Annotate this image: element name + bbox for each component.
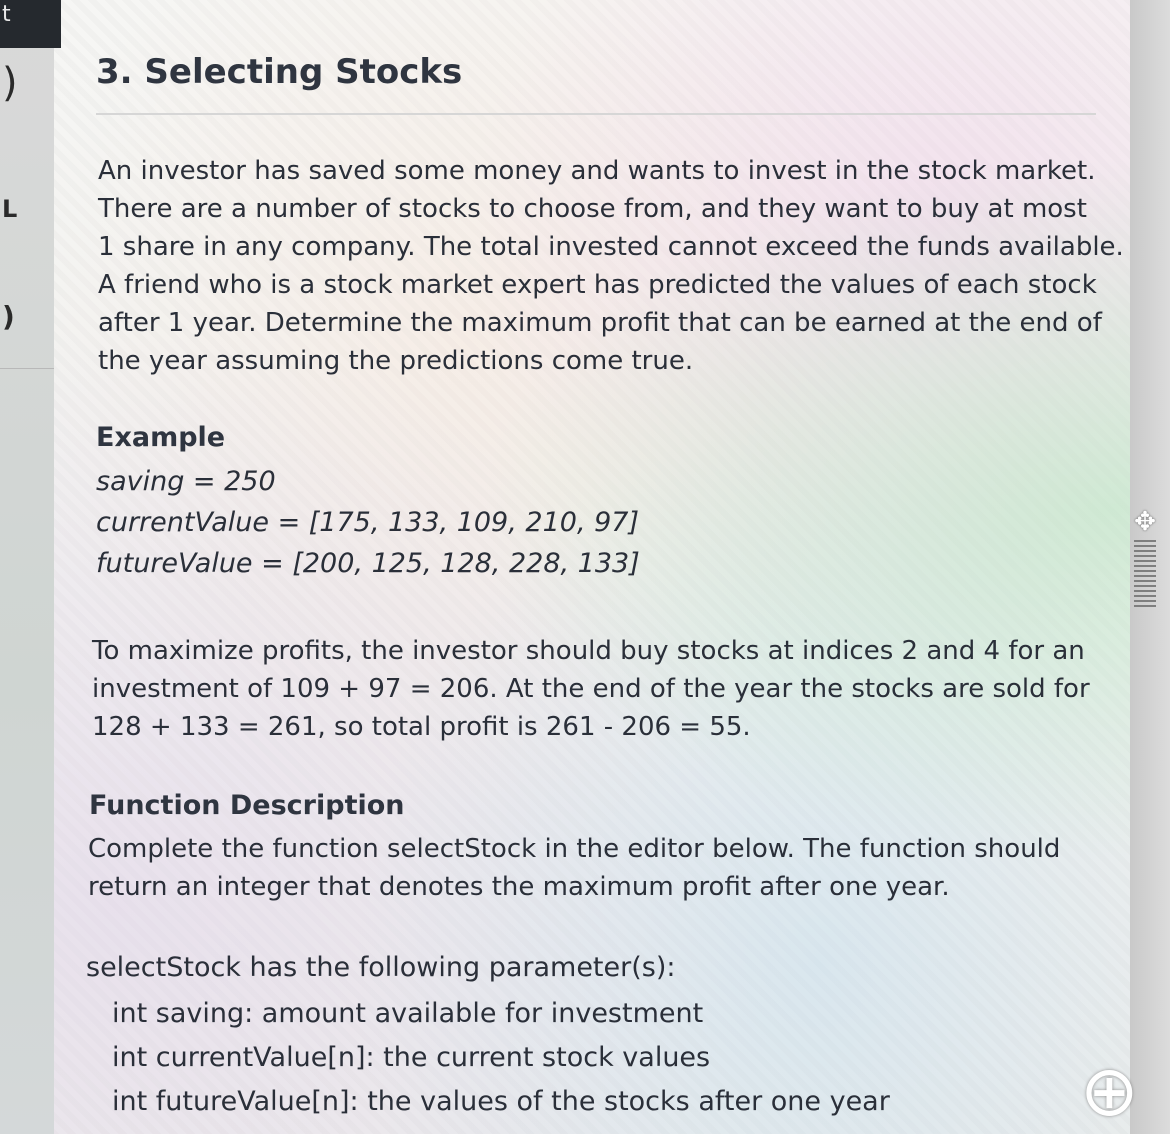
explanation-line: To maximize profits, the investor should… — [92, 636, 1085, 666]
parameter-current-value: int currentValue[n]: the current stock v… — [112, 1042, 711, 1073]
pane-resize-handle[interactable]: ✥ — [1131, 508, 1159, 618]
corner-logo-icon: ⊕ — [1080, 1050, 1139, 1132]
problem-statement: 3. Selecting Stocks An investor has save… — [0, 0, 1130, 1134]
explanation-line: 128 + 133 = 261, so total profit is 261 … — [92, 712, 751, 742]
example-saving: saving = 250 — [96, 466, 276, 497]
page-title: 3. Selecting Stocks — [96, 52, 463, 92]
description-line: the year assuming the predictions come t… — [98, 346, 694, 376]
explanation-line: investment of 109 + 97 = 206. At the end… — [92, 674, 1090, 704]
example-future-value: futureValue = [200, 125, 128, 228, 133] — [96, 548, 640, 579]
parameter-saving: int saving: amount available for investm… — [112, 998, 704, 1029]
title-divider — [96, 113, 1096, 115]
example-explanation: To maximize profits, the investor should… — [92, 632, 1090, 746]
example-heading: Example — [96, 422, 226, 453]
function-description-line: return an integer that denotes the maxim… — [88, 872, 950, 902]
function-description: Complete the function selectStock in the… — [88, 830, 1060, 906]
description-line: after 1 year. Determine the maximum prof… — [98, 308, 1102, 338]
move-icon: ✥ — [1134, 507, 1156, 537]
function-description-heading: Function Description — [89, 790, 405, 821]
description-line: 1 share in any company. The total invest… — [98, 232, 1124, 262]
description-line: There are a number of stocks to choose f… — [98, 194, 1087, 224]
description-line: An investor has saved some money and wan… — [98, 156, 1096, 186]
example-current-value: currentValue = [175, 133, 109, 210, 97] — [96, 507, 639, 538]
grip-icon — [1134, 540, 1156, 610]
function-description-line: Complete the function selectStock in the… — [88, 834, 1061, 864]
parameter-future-value: int futureValue[n]: the values of the st… — [112, 1086, 890, 1117]
description-line: A friend who is a stock market expert ha… — [98, 270, 1097, 300]
problem-description: An investor has saved some money and wan… — [98, 152, 1124, 380]
parameters-intro: selectStock has the following parameter(… — [86, 952, 676, 983]
